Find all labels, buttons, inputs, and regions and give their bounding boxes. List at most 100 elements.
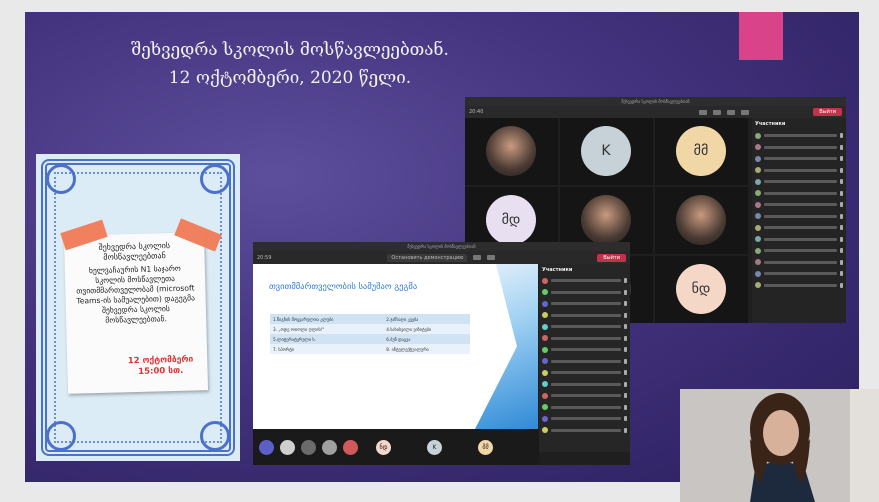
- participant-row[interactable]: [755, 211, 843, 223]
- participant-name-placeholder: [764, 191, 837, 195]
- call-timer: 20:59: [257, 254, 272, 261]
- participant-row[interactable]: [755, 130, 843, 142]
- avatar: [755, 259, 761, 266]
- participant-row[interactable]: [542, 321, 627, 333]
- participant-row[interactable]: [542, 298, 627, 310]
- avatar: [542, 335, 548, 342]
- avatar: [755, 144, 761, 151]
- participant-row[interactable]: [755, 234, 843, 246]
- mic-icon: [840, 282, 843, 288]
- avatar: [755, 247, 761, 254]
- participant-name-placeholder: [551, 394, 621, 398]
- avatar: [542, 346, 548, 353]
- mic-icon: [840, 259, 843, 265]
- avatar: [322, 439, 337, 455]
- avatar: [542, 323, 548, 330]
- participant-row[interactable]: [755, 176, 843, 188]
- participant-name-placeholder: [764, 157, 837, 161]
- meeting-toolbar: 20:59 Остановить демонстрацию Выйти: [253, 251, 630, 264]
- avatar: [280, 439, 295, 455]
- stop-share-button[interactable]: Остановить демонстрацию: [387, 253, 468, 262]
- participant-name-placeholder: [551, 348, 621, 352]
- participant-row[interactable]: [542, 275, 627, 287]
- camera-icon[interactable]: [473, 255, 482, 260]
- participant-row[interactable]: [542, 367, 627, 379]
- plan-table: 1.წიგნის მოყვარულთა კლუბი 2.ჯანსაღი კვება…: [270, 314, 470, 354]
- mic-icon: [624, 301, 627, 307]
- participant-row[interactable]: [755, 222, 843, 234]
- participant-row[interactable]: [542, 310, 627, 322]
- mic-icon: [840, 225, 843, 231]
- mic-icon: [624, 312, 627, 318]
- participant-row[interactable]: [542, 413, 627, 425]
- video-tile: [655, 187, 748, 254]
- participant-row[interactable]: [755, 268, 843, 280]
- avatar: [542, 392, 548, 399]
- participant-row[interactable]: [755, 257, 843, 269]
- participant-row[interactable]: [542, 390, 627, 402]
- participant-row[interactable]: [542, 379, 627, 391]
- camera-icon[interactable]: [699, 109, 708, 115]
- participant-name-placeholder: [551, 302, 621, 306]
- table-cell: 2.ჯანსაღი კვება: [386, 316, 419, 322]
- mic-icon: [840, 179, 843, 185]
- poster-date: 12 ოქტომბერი: [127, 354, 194, 367]
- mic-icon: [624, 416, 627, 422]
- avatar: [755, 167, 761, 174]
- leave-button[interactable]: Выйти: [813, 108, 842, 116]
- mic-icon: [840, 236, 843, 242]
- participant-photo: [676, 195, 726, 245]
- table-cell: 1.წიგნის მოყვარულთა კლუბი: [273, 316, 334, 322]
- mic-icon[interactable]: [487, 255, 496, 260]
- video-tile: ნდ: [655, 256, 748, 323]
- accent-tab: [739, 12, 783, 60]
- participant-name-placeholder: [764, 203, 837, 207]
- participant-name-placeholder: [551, 428, 621, 432]
- participant-row[interactable]: [755, 199, 843, 211]
- shared-slide-title: თვითმმართველობის სამუშაო გეგმა: [269, 282, 418, 292]
- mic-icon: [840, 133, 843, 139]
- presenter-video: [680, 389, 879, 502]
- more-icon[interactable]: [741, 109, 750, 115]
- share-icon[interactable]: [727, 109, 736, 115]
- participant-row[interactable]: [542, 333, 627, 345]
- ornament-icon: [200, 421, 230, 451]
- participant-row[interactable]: [542, 287, 627, 299]
- participant-row[interactable]: [755, 165, 843, 177]
- participant-row[interactable]: [755, 142, 843, 154]
- table-row: 7. სპორტი 8. ინტელექტუალური: [270, 344, 470, 354]
- participant-row[interactable]: [542, 356, 627, 368]
- mic-icon: [840, 202, 843, 208]
- avatar: [343, 439, 358, 455]
- participant-row[interactable]: [542, 402, 627, 414]
- table-row: 5.ლიტერატურული ს. 6.ბუნ დაცვა: [270, 334, 470, 344]
- leave-button[interactable]: Выйти: [597, 253, 626, 262]
- avatar: [755, 132, 761, 139]
- participant-row[interactable]: [755, 188, 843, 200]
- participant-row[interactable]: [542, 344, 627, 356]
- participant-row[interactable]: [542, 425, 627, 437]
- mic-icon: [624, 324, 627, 330]
- slide-title-line1: შეხვედრა სკოლის მოსწავლეებთან.: [131, 40, 449, 60]
- mic-icon: [624, 427, 627, 433]
- mic-icon: [624, 289, 627, 295]
- mic-icon: [624, 358, 627, 364]
- avatar: [755, 224, 761, 231]
- participant-name-placeholder: [551, 359, 621, 363]
- avatar: [542, 358, 548, 365]
- mic-icon[interactable]: [713, 109, 722, 115]
- participant-name-placeholder: [551, 290, 621, 294]
- mic-icon: [624, 381, 627, 387]
- ornament-icon: [46, 421, 76, 451]
- participant-name-placeholder: [551, 279, 621, 283]
- participants-header: Участники: [755, 121, 786, 127]
- table-cell: 5.ლიტერატურული ს.: [273, 336, 316, 342]
- participant-name-placeholder: [551, 405, 621, 409]
- participant-row[interactable]: [755, 280, 843, 292]
- window-titlebar: შეხვედრა სკოლის მოსწავლეებთან: [253, 242, 630, 251]
- participant-name-placeholder: [764, 214, 837, 218]
- mic-icon: [624, 278, 627, 284]
- participant-row[interactable]: [755, 153, 843, 165]
- avatar: [755, 213, 761, 220]
- participant-row[interactable]: [755, 245, 843, 257]
